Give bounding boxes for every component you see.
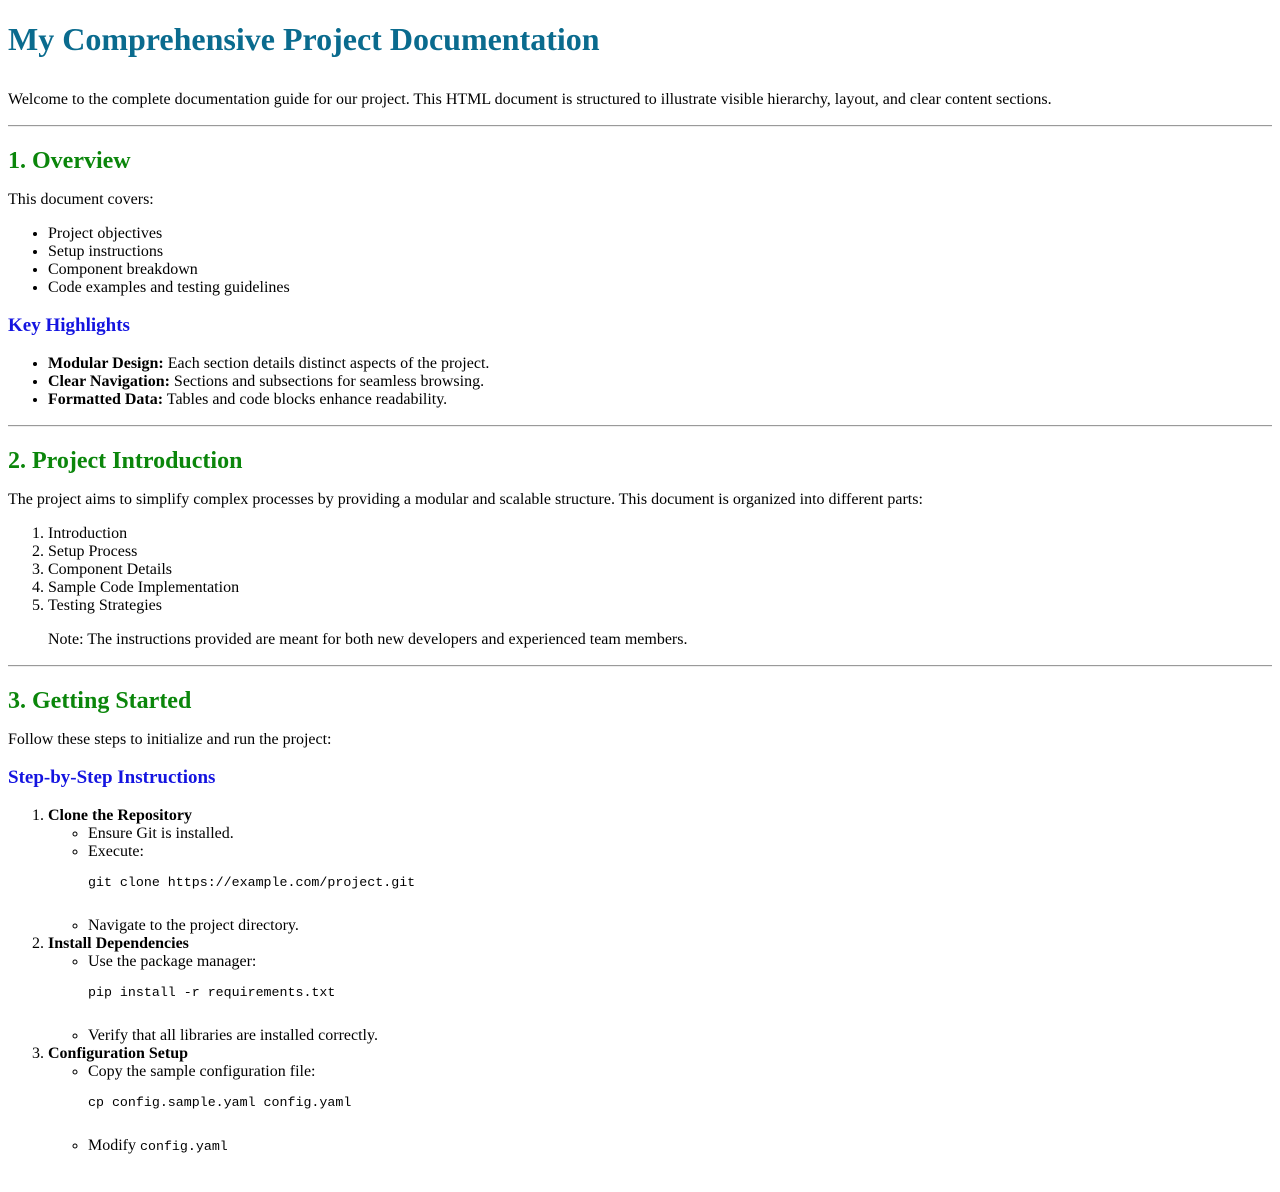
overview-lead: This document covers: <box>8 191 154 208</box>
highlight-term: Formatted Data: <box>48 391 164 408</box>
divider <box>8 125 1272 127</box>
list-item: Clear Navigation: Sections and subsectio… <box>48 373 1272 391</box>
divider <box>8 665 1272 667</box>
substep-item: Use the package manager: pip install -r … <box>88 953 1272 1001</box>
steps-heading: Step-by-Step Instructions <box>8 767 216 788</box>
introduction-lead: The project aims to simplify complex pro… <box>8 491 923 508</box>
substep-item: Modify config.yaml <box>88 1137 1272 1156</box>
code-block: pip install -r requirements.txt <box>88 985 336 1000</box>
list-item: Introduction <box>48 525 1272 543</box>
list-item: Testing Strategies <box>48 597 1272 615</box>
steps-list: Clone the Repository Ensure Git is insta… <box>8 807 1272 1156</box>
list-item: Modular Design: Each section details dis… <box>48 355 1272 373</box>
substep-list: Use the package manager: pip install -r … <box>48 953 1272 1045</box>
list-item: Component Details <box>48 561 1272 579</box>
step-title: Configuration Setup <box>48 1045 189 1062</box>
introduction-heading: 2. Project Introduction <box>8 448 243 474</box>
substep-text: Use the package manager: <box>88 953 257 970</box>
highlight-term: Modular Design: <box>48 355 164 372</box>
inline-code: config.yaml <box>140 1139 228 1154</box>
overview-heading: 1. Overview <box>8 148 131 174</box>
overview-list: Project objectives Setup instructions Co… <box>8 225 1272 297</box>
highlight-text: Each section details distinct aspects of… <box>163 355 490 372</box>
code-block: git clone https://example.com/project.gi… <box>88 875 416 890</box>
code-block: cp config.sample.yaml config.yaml <box>88 1095 352 1110</box>
substep-item: Navigate to the project directory. <box>88 917 1272 935</box>
step-title: Clone the Repository <box>48 807 192 824</box>
intro-paragraph: Welcome to the complete documentation gu… <box>8 91 1052 108</box>
substep-text: Modify <box>88 1137 140 1154</box>
list-item: Setup Process <box>48 543 1272 561</box>
divider <box>8 425 1272 427</box>
highlight-text: Tables and code blocks enhance readabili… <box>163 391 448 408</box>
substep-item: Ensure Git is installed. <box>88 825 1272 843</box>
page-title: My Comprehensive Project Documentation <box>8 21 600 57</box>
note: Note: The instructions provided are mean… <box>48 631 688 648</box>
substep-list: Ensure Git is installed. Execute: git cl… <box>48 825 1272 935</box>
highlight-term: Clear Navigation: <box>48 373 170 390</box>
substep-list: Copy the sample configuration file: cp c… <box>48 1063 1272 1156</box>
getting-started-lead: Follow these steps to initialize and run… <box>8 731 332 748</box>
list-item: Sample Code Implementation <box>48 579 1272 597</box>
step-title: Install Dependencies <box>48 935 189 952</box>
list-item: Project objectives <box>48 225 1272 243</box>
parts-list: Introduction Setup Process Component Det… <box>8 525 1272 615</box>
list-item: Component breakdown <box>48 261 1272 279</box>
substep-item: Execute: git clone https://example.com/p… <box>88 843 1272 891</box>
key-highlights-heading: Key Highlights <box>8 315 130 336</box>
substep-text: Copy the sample configuration file: <box>88 1063 316 1080</box>
substep-item: Copy the sample configuration file: cp c… <box>88 1063 1272 1111</box>
step-item: Clone the Repository Ensure Git is insta… <box>48 807 1272 935</box>
getting-started-heading: 3. Getting Started <box>8 688 192 714</box>
substep-item: Verify that all libraries are installed … <box>88 1027 1272 1045</box>
substep-text: Execute: <box>88 843 144 860</box>
list-item: Setup instructions <box>48 243 1272 261</box>
highlights-list: Modular Design: Each section details dis… <box>8 355 1272 409</box>
step-item: Configuration Setup Copy the sample conf… <box>48 1045 1272 1156</box>
highlight-text: Sections and subsections for seamless br… <box>169 373 485 390</box>
list-item: Code examples and testing guidelines <box>48 279 1272 297</box>
step-item: Install Dependencies Use the package man… <box>48 935 1272 1045</box>
list-item: Formatted Data: Tables and code blocks e… <box>48 391 1272 409</box>
